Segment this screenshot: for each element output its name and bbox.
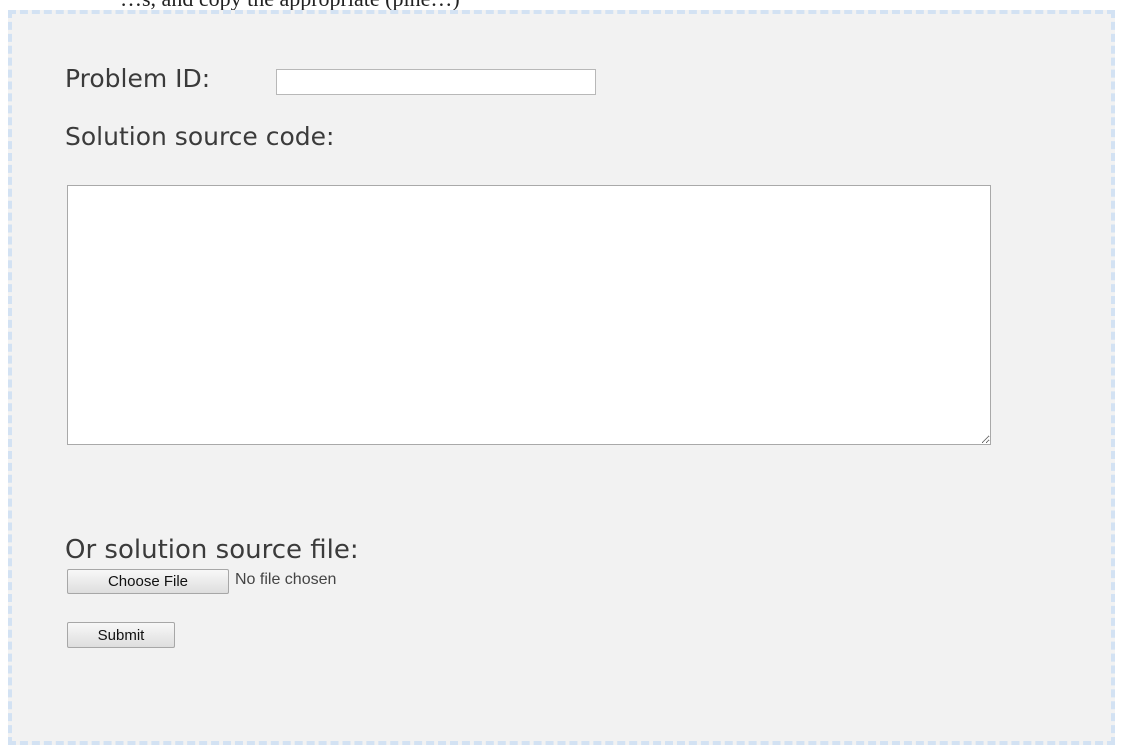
file-status-text: No file chosen	[235, 571, 337, 588]
source-code-textarea[interactable]	[67, 185, 991, 445]
problem-id-input[interactable]	[276, 69, 596, 95]
source-file-label: Or solution source file:	[65, 535, 359, 565]
problem-id-label: Problem ID:	[65, 64, 211, 93]
source-code-label: Solution source code:	[65, 122, 335, 151]
submit-button[interactable]: Submit	[67, 622, 175, 648]
choose-file-button[interactable]: Choose File	[67, 569, 229, 594]
submission-form-panel: Problem ID: Solution source code: Or sol…	[8, 10, 1115, 745]
